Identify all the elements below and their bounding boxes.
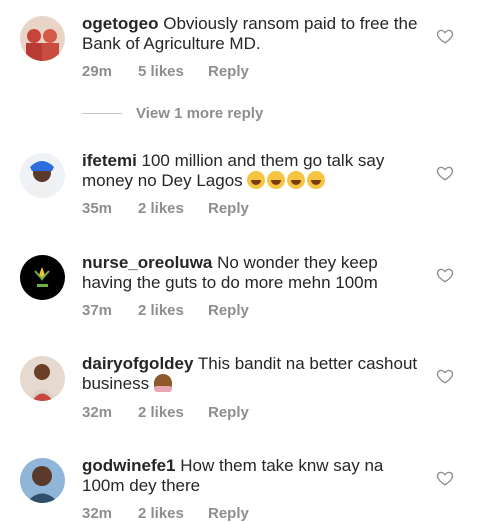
heart-icon[interactable] bbox=[436, 164, 454, 182]
comment-text: ifetemi 100 million and them go talk say… bbox=[82, 151, 427, 191]
comment-username[interactable]: nurse_oreoluwa bbox=[82, 253, 212, 272]
comment-meta: 29m 5 likes Reply bbox=[82, 63, 249, 80]
tears-of-joy-emoji-icon bbox=[287, 171, 306, 189]
reply-button[interactable]: Reply bbox=[208, 404, 249, 421]
reply-divider bbox=[82, 113, 122, 114]
reply-button[interactable]: Reply bbox=[208, 505, 249, 522]
reply-button[interactable]: Reply bbox=[208, 200, 249, 217]
comment-likes[interactable]: 2 likes bbox=[138, 505, 208, 522]
tears-of-joy-emoji-icon bbox=[247, 171, 266, 189]
avatar[interactable] bbox=[20, 153, 65, 198]
heart-icon[interactable] bbox=[436, 367, 454, 385]
heart-icon[interactable] bbox=[436, 469, 454, 487]
comment-time: 32m bbox=[82, 404, 113, 421]
comment-username[interactable]: dairyofgoldey bbox=[82, 354, 193, 373]
comment-meta: 32m 2 likes Reply bbox=[82, 505, 249, 522]
comment-meta: 32m 2 likes Reply bbox=[82, 404, 249, 421]
comment-time: 37m bbox=[82, 302, 113, 319]
woman-facepalming-emoji-icon bbox=[153, 374, 172, 392]
comment-time: 35m bbox=[82, 200, 113, 217]
avatar[interactable] bbox=[20, 356, 65, 401]
comment-likes[interactable]: 2 likes bbox=[138, 302, 208, 319]
comment-meta: 37m 2 likes Reply bbox=[82, 302, 249, 319]
view-more-replies[interactable]: View 1 more reply bbox=[82, 105, 263, 122]
comment-likes[interactable]: 5 likes bbox=[138, 63, 208, 80]
comment-time: 29m bbox=[82, 63, 113, 80]
avatar[interactable] bbox=[20, 255, 65, 300]
reply-button[interactable]: Reply bbox=[208, 63, 249, 80]
avatar[interactable] bbox=[20, 458, 65, 503]
emoji-group bbox=[247, 171, 326, 189]
tears-of-joy-emoji-icon bbox=[267, 171, 286, 189]
comment-time: 32m bbox=[82, 505, 113, 522]
comment-text: ogetogeo Obviously ransom paid to free t… bbox=[82, 14, 427, 54]
view-more-label[interactable]: View 1 more reply bbox=[136, 105, 263, 122]
comment-username[interactable]: ogetogeo bbox=[82, 14, 159, 33]
comment-username[interactable]: ifetemi bbox=[82, 151, 137, 170]
comment-likes[interactable]: 2 likes bbox=[138, 404, 208, 421]
comment-text: nurse_oreoluwa No wonder they keep havin… bbox=[82, 253, 427, 293]
comment-likes[interactable]: 2 likes bbox=[138, 200, 208, 217]
comment-text: dairyofgoldey This bandit na better cash… bbox=[82, 354, 427, 394]
comment-username[interactable]: godwinefe1 bbox=[82, 456, 176, 475]
heart-icon[interactable] bbox=[436, 266, 454, 284]
heart-icon[interactable] bbox=[436, 27, 454, 45]
reply-button[interactable]: Reply bbox=[208, 302, 249, 319]
comment-text: godwinefe1 How them take knw say na 100m… bbox=[82, 456, 427, 496]
avatar[interactable] bbox=[20, 16, 65, 61]
tears-of-joy-emoji-icon bbox=[307, 171, 326, 189]
comment-meta: 35m 2 likes Reply bbox=[82, 200, 249, 217]
